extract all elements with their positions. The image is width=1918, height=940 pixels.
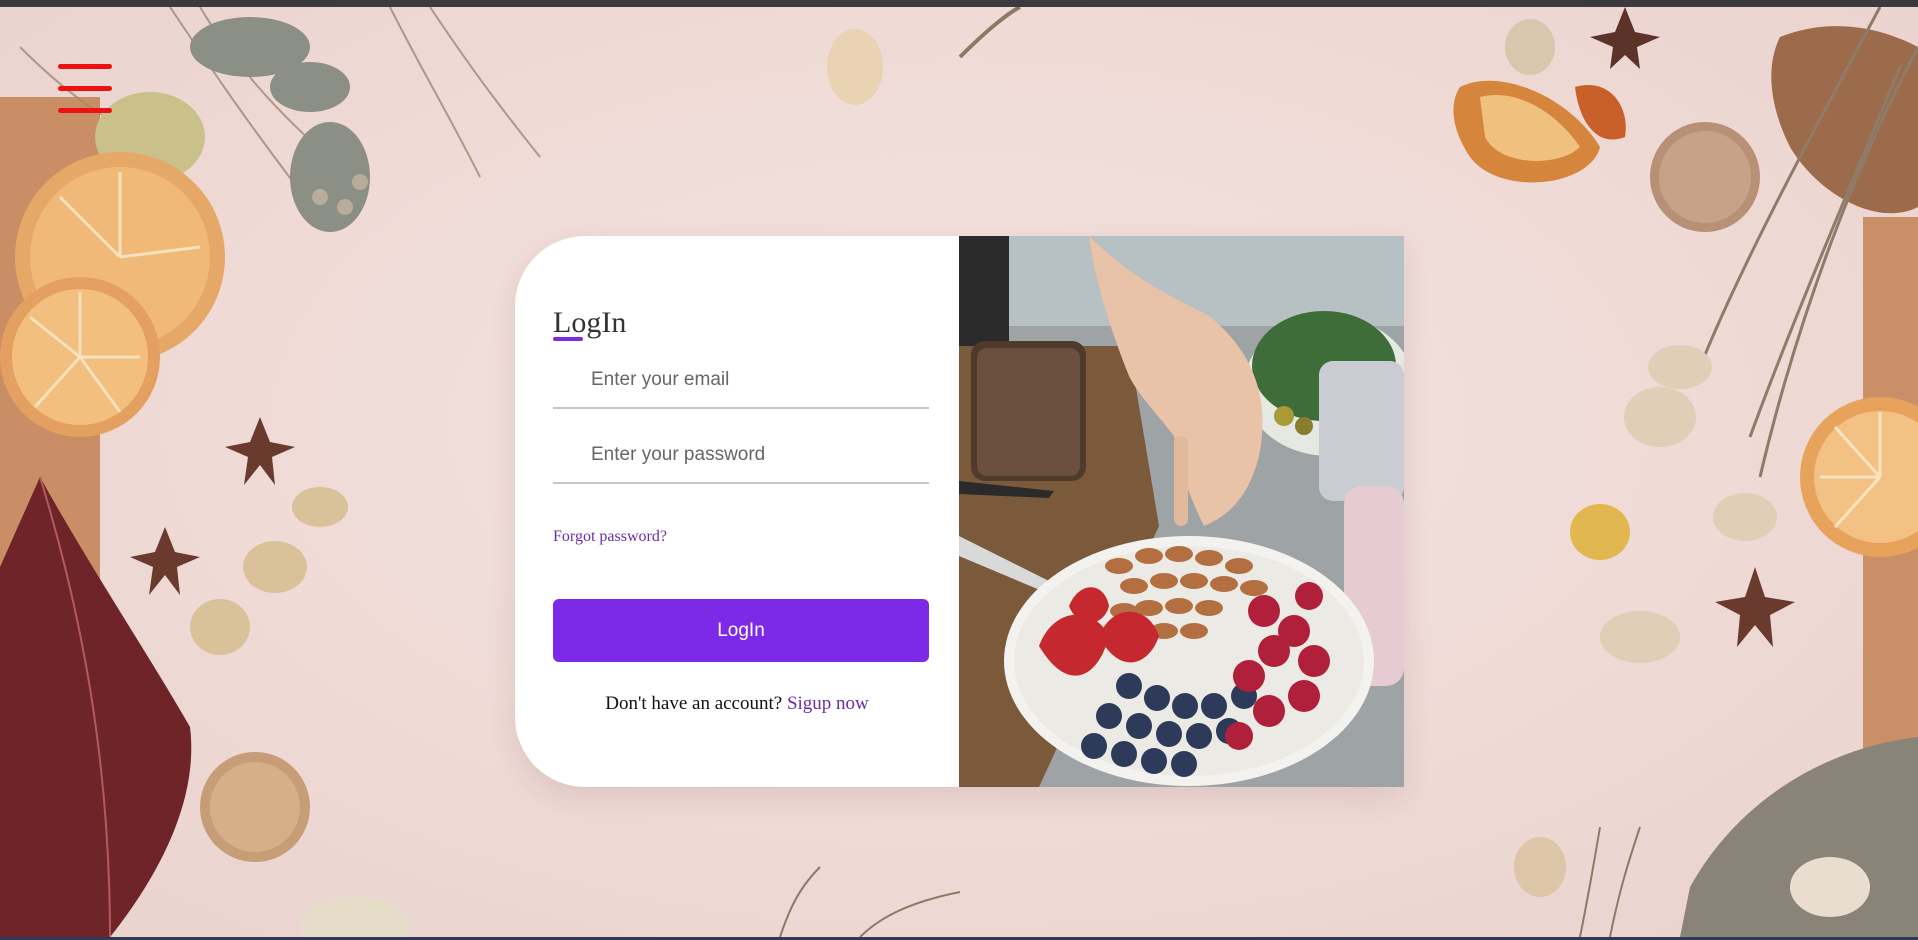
login-form: LogIn Forgot password? LogIn Don't have … [515, 236, 959, 787]
signup-link[interactable]: Sigup now [787, 693, 869, 714]
password-input[interactable] [553, 428, 929, 482]
email-input[interactable] [553, 353, 929, 407]
signup-prompt: Don't have an account? [605, 693, 783, 714]
login-title: LogIn [553, 306, 627, 339]
signup-row: Don't have an account? Sigup now [515, 693, 959, 715]
forgot-password-link[interactable]: Forgot password? [553, 528, 667, 546]
hamburger-menu-icon[interactable] [58, 64, 112, 114]
login-button[interactable]: LogIn [553, 599, 929, 662]
browser-top-bar [0, 0, 1918, 7]
menu-bar [58, 64, 112, 69]
menu-bar [58, 86, 112, 91]
food-illustration [959, 236, 1404, 787]
login-card: LogIn Forgot password? LogIn Don't have … [515, 236, 1404, 787]
email-field-wrapper [553, 353, 929, 409]
password-field-wrapper [553, 428, 929, 484]
title-underline [553, 337, 583, 341]
menu-bar [58, 108, 112, 113]
food-photo [959, 236, 1404, 787]
